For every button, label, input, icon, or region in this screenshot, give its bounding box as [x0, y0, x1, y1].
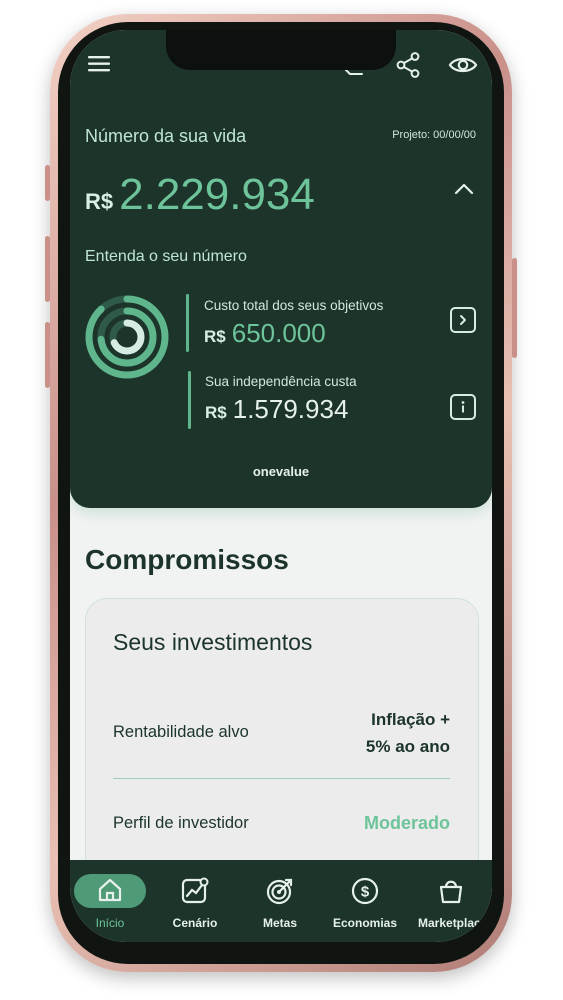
independence-info-button[interactable] [450, 394, 476, 420]
nav-item-cenario[interactable]: Cenário [152, 860, 238, 942]
target-return-line1: Inflação + [371, 710, 450, 729]
objectives-cost-label: Custo total dos seus objetivos [204, 298, 384, 313]
brand-logo: onevalue [252, 464, 310, 479]
mute-switch [45, 165, 50, 201]
volume-up-button [45, 236, 50, 302]
target-return-line2: 5% ao ano [365, 737, 450, 756]
objectives-divider [186, 294, 189, 352]
independence-cost-value: R$ 1.579.934 [205, 394, 348, 425]
currency-label: R$ [205, 403, 227, 422]
objectives-cost-amount: 650.000 [231, 318, 326, 348]
share-icon[interactable] [396, 52, 420, 83]
currency-label: R$ [85, 189, 114, 214]
currency-label: R$ [204, 327, 226, 346]
bag-icon [408, 876, 492, 906]
app-screen: Número da sua vida Projeto: 00/00/00 R$ 2… [70, 30, 492, 942]
target-return-value: Inflação + 5% ao ano [366, 706, 450, 760]
nav-label-inicio: Início [95, 916, 125, 930]
life-number-amount: 2.229.934 [119, 170, 315, 219]
nav-item-economias[interactable]: $ Economias [322, 860, 408, 942]
menu-icon[interactable] [88, 54, 112, 79]
investor-profile-value: Moderado [363, 813, 450, 833]
chevron-right-icon [460, 315, 466, 325]
understand-number-subtitle: Entenda o seu número [85, 248, 247, 265]
objectives-cost-value: R$ 650.000 [204, 318, 326, 349]
life-number-value: R$ 2.229.934 [85, 170, 315, 220]
target-icon [237, 876, 323, 906]
notch [166, 30, 396, 70]
chart-icon [152, 876, 238, 906]
nav-label-economias: Economias [332, 916, 398, 930]
svg-text:$: $ [361, 884, 370, 901]
power-button [512, 258, 517, 358]
life-number-card: Número da sua vida Projeto: 00/00/00 R$ 2… [70, 30, 492, 508]
investments-card-title: Seus investimentos [113, 629, 313, 655]
nav-label-cenario: Cenário [172, 916, 218, 930]
coin-icon: $ [322, 876, 408, 906]
independence-cost-label: Sua independência custa [205, 374, 357, 389]
projeto-date: Projeto: 00/00/00 [392, 129, 476, 141]
chevron-up-icon[interactable] [454, 182, 474, 200]
home-icon [70, 876, 156, 904]
eye-icon[interactable] [448, 54, 478, 81]
bottom-navigation: Início Cenário Metas $ Economias Marketp… [70, 860, 492, 942]
objectives-details-button[interactable] [450, 307, 476, 333]
volume-down-button [45, 322, 50, 388]
nav-item-marketplace[interactable]: Marketplace [408, 860, 492, 942]
independence-cost-amount: 1.579.934 [232, 394, 349, 424]
life-number-title: Número da sua vida [85, 126, 247, 146]
nav-label-metas: Metas [262, 916, 297, 930]
nav-item-metas[interactable]: Metas [237, 860, 323, 942]
card-divider [113, 778, 450, 779]
nav-label-marketplace: Marketplace [418, 916, 488, 930]
target-return-label: Rentabilidade alvo [113, 723, 249, 741]
independence-divider [188, 371, 191, 429]
nav-item-inicio[interactable]: Início [70, 860, 156, 942]
progress-rings-icon [84, 294, 170, 385]
investor-profile-label: Perfil de investidor [113, 814, 249, 832]
compromissos-title: Compromissos [85, 544, 289, 575]
info-icon [461, 401, 465, 413]
